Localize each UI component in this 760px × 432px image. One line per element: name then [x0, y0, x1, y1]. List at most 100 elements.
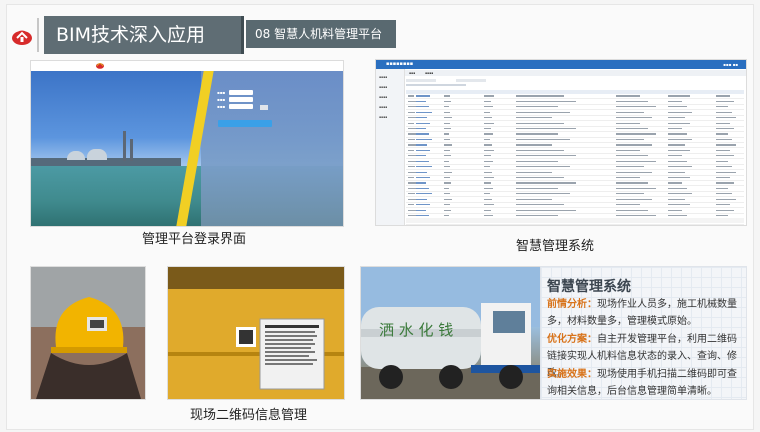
table-cell [716, 122, 730, 124]
table-cell [408, 138, 415, 141]
table-cell [444, 187, 449, 190]
table-cell [444, 204, 450, 206]
table-cell [416, 171, 428, 173]
table-cell [516, 182, 576, 184]
system-sidebar: ▪▪▪▪ ▪▪▪▪ ▪▪▪▪ ▪▪▪▪ ▪▪▪▪ [376, 69, 405, 225]
table-cell [444, 209, 452, 211]
table-cell [616, 122, 640, 124]
table-cell [516, 198, 552, 200]
password-input[interactable] [229, 97, 253, 102]
table-cell [616, 187, 656, 190]
table-cell [668, 215, 688, 217]
table-cell [416, 111, 432, 113]
info-panel: 智慧管理系统 前情分析：现场作业人员多，施工机械数量多，材料数量多，管理模式原始… [540, 266, 747, 400]
table-cell [484, 122, 494, 124]
table-cell [484, 106, 493, 108]
table-cell [408, 122, 414, 124]
sidebar-item[interactable]: ▪▪▪▪ [379, 75, 387, 79]
table-cell [444, 106, 449, 108]
system-tab[interactable]: ▪▪▪▪ [425, 71, 433, 75]
table-cell [616, 176, 640, 179]
table-cell [668, 171, 685, 173]
table-cell [444, 182, 452, 184]
table-cell [484, 215, 493, 217]
table-cell [444, 193, 451, 195]
table-cell [408, 128, 416, 130]
table-cell [484, 133, 493, 135]
table-cell [444, 166, 451, 168]
system-topbar-user: ▪▪▪ ▪▪ [723, 62, 738, 67]
table-cell [516, 149, 564, 151]
filter-actions[interactable] [406, 84, 466, 86]
table-cell [444, 100, 452, 103]
login-chimney [123, 131, 126, 161]
table-cell [408, 193, 415, 195]
table-cell [616, 95, 640, 97]
table-cell [668, 176, 690, 179]
table-cell [416, 204, 431, 206]
sidebar-item[interactable]: ▪▪▪▪ [379, 105, 387, 109]
table-cell [444, 133, 449, 135]
table-cell [516, 215, 558, 217]
table-cell [416, 166, 432, 168]
table-cell [616, 128, 648, 130]
table-cell [444, 128, 452, 130]
sidebar-item[interactable]: ▪▪▪▪ [379, 85, 387, 89]
table-cell [516, 111, 570, 113]
table-cell [716, 138, 732, 141]
table-cell [668, 122, 690, 124]
table-cell [716, 144, 736, 146]
table-cell [616, 106, 656, 108]
table-cell [484, 149, 494, 151]
table-cell [484, 128, 491, 130]
table-cell [484, 209, 491, 211]
table-cell [416, 138, 432, 141]
table-cell [616, 198, 652, 200]
table-cell [716, 166, 732, 168]
table-cell [444, 160, 449, 162]
table-cell [516, 160, 558, 162]
table-cell [716, 106, 728, 108]
table-cell [716, 182, 734, 184]
login-button[interactable] [218, 120, 272, 127]
table-cell [416, 160, 429, 162]
login-field-label: ▪▪▪ [217, 104, 226, 109]
info-label: 实施效果： [547, 369, 597, 380]
table-cell [668, 166, 692, 168]
system-filter-bar [406, 78, 746, 88]
table-cell [408, 176, 414, 179]
filter-input[interactable] [406, 79, 436, 82]
table-cell [484, 117, 492, 119]
table-cell [516, 144, 552, 146]
table-cell [416, 128, 426, 130]
table-cell [516, 122, 564, 124]
system-tabs: ▪▪▪ ▪▪▪▪ [405, 70, 746, 76]
username-input[interactable] [229, 90, 253, 95]
header-divider [37, 18, 39, 52]
table-cell [616, 160, 656, 162]
sidebar-item[interactable]: ▪▪▪▪ [379, 95, 387, 99]
table-cell [444, 155, 452, 157]
filter-input[interactable] [456, 79, 486, 82]
table-cell [444, 111, 451, 113]
info-label: 优化方案： [547, 334, 597, 345]
table-row[interactable] [406, 225, 744, 226]
section-subtitle: 08 智慧人机料管理平台 [246, 20, 396, 48]
table-cell [716, 128, 734, 130]
table-cell [516, 171, 552, 173]
system-caption: 智慧管理系统 [516, 239, 595, 254]
truck-photo: 洒 水 化 钱 [360, 266, 542, 400]
qr-caption: 现场二维码信息管理 [190, 408, 308, 423]
table-pagination[interactable] [406, 218, 744, 223]
table-cell [408, 209, 416, 211]
table-cell [484, 155, 491, 157]
sidebar-item[interactable]: ▪▪▪▪ [379, 115, 387, 119]
captcha-input[interactable] [229, 104, 253, 109]
table-cell [484, 138, 490, 141]
table-cell [484, 187, 493, 190]
system-tab[interactable]: ▪▪▪ [409, 71, 415, 75]
table-cell [716, 187, 728, 190]
info-title: 智慧管理系统 [547, 279, 631, 295]
info-item-analysis: 前情分析：现场作业人员多，施工机械数量多，材料数量多，管理模式原始。 [547, 296, 743, 330]
truck-illustration: 洒 水 化 钱 [361, 267, 541, 399]
